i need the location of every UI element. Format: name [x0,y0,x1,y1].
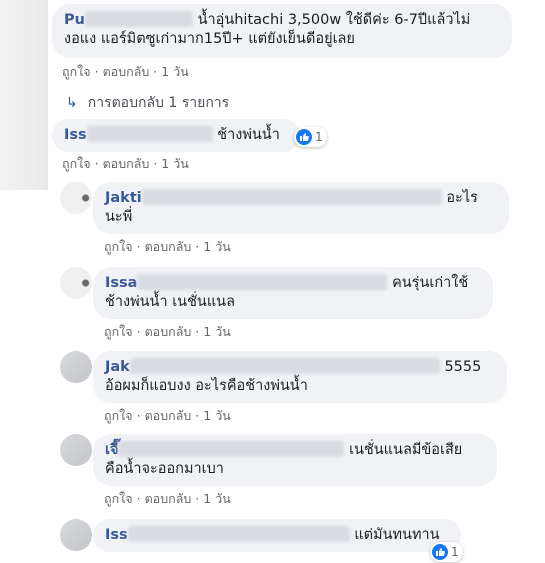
avatar[interactable] [0,0,48,190]
commenter-name[interactable]: Pu [64,11,193,28]
reply-text: แต่มันทนทาน [354,527,440,543]
reply-bubble: Jakti อะไร นะพี่ [93,182,509,234]
commenter-name[interactable]: Iss [64,126,213,143]
reaction-badge[interactable]: 1 [294,127,327,147]
avatar[interactable] [60,182,92,214]
reply-link[interactable]: ตอบกลับ [145,239,192,254]
comment-bubble: Iss ช้างพ่นน้ำ [52,119,300,152]
reply-text: อะไร [446,190,478,206]
avatar[interactable] [60,351,92,383]
reply-link[interactable]: ตอบกลับ [103,156,150,171]
reply-text-line2: อ้อผมก็แอบงง อะไรคือช้างพ่นน้ำ [105,378,308,394]
comment-actions: ถูกใจ · ตอบกลับ · 1 วัน [62,64,189,79]
reply-actions: ถูกใจ · ตอบกลับ · 1 วัน [104,408,231,423]
comment-text: ช้างพ่นน้ำ [217,127,280,143]
timestamp[interactable]: 1 วัน [161,156,189,171]
reply-text-line2: ช้างพ่นน้ำ เนชั่นแนล [105,294,235,310]
reply-link[interactable]: ตอบกลับ [145,324,192,339]
comment-bubble: Pu น้ำอุ่นhitachi 3,500w ใช้ดีค่ะ 6-7ปีแ… [52,4,512,58]
reply-bubble: Iss แต่มันทนทาน [93,519,461,552]
reaction-count: 1 [451,545,459,559]
reply-arrow-icon: ↳ [66,95,78,111]
timestamp[interactable]: 1 วัน [203,324,231,339]
reply-bubble: Jak 5555 อ้อผมก็แอบงง อะไรคือช้างพ่นน้ำ [93,351,507,403]
timestamp[interactable]: 1 วัน [203,408,231,423]
reply-text: เนชั่นแนลมีข้อเสีย [349,442,463,458]
like-link[interactable]: ถูกใจ [104,491,133,506]
reply-text: คนรุ่นเก่าใช้ [392,275,469,291]
reply-text-line2: คือน้ำจะออกมาเบา [105,461,224,477]
view-replies-link[interactable]: ↳ การตอบกลับ 1 รายการ [66,92,229,114]
commenter-name[interactable]: Jak [105,358,440,375]
reply-link[interactable]: ตอบกลับ [145,491,192,506]
reply-bubble: Issa คนรุ่นเก่าใช้ ช้างพ่นน้ำ เนชั่นแนล [93,267,493,319]
timestamp[interactable]: 1 วัน [161,64,189,79]
comment-text: น้ำอุ่นhitachi 3,500w ใช้ดีค่ะ 6-7ปีแล้ว… [197,12,471,28]
reply-bubble: เจี๊ เนชั่นแนลมีข้อเสีย คือน้ำจะออกมาเบา [93,434,497,486]
reaction-count: 1 [315,130,323,144]
reaction-badge[interactable]: 1 [430,542,463,562]
like-link[interactable]: ถูกใจ [104,408,133,423]
reply-link[interactable]: ตอบกลับ [145,408,192,423]
commenter-name[interactable]: Issa [105,274,388,291]
like-thumb-icon [296,129,312,145]
timestamp[interactable]: 1 วัน [203,239,231,254]
like-link[interactable]: ถูกใจ [104,239,133,254]
reply-text-line2: นะพี่ [105,209,133,225]
like-thumb-icon [432,544,448,560]
reply-actions: ถูกใจ · ตอบกลับ · 1 วัน [104,491,231,506]
avatar[interactable] [60,267,92,299]
reply-text: 5555 [444,359,482,375]
timestamp[interactable]: 1 วัน [203,491,231,506]
like-link[interactable]: ถูกใจ [104,324,133,339]
view-replies-label: การตอบกลับ 1 รายการ [87,95,230,111]
comment-text-line2: งอแง แอร์มิตซูเก่ามาก15ปี+ แต่ยังเย็นดีอ… [64,31,355,47]
avatar[interactable] [60,434,92,466]
commenter-name[interactable]: Jakti [105,189,442,206]
like-link[interactable]: ถูกใจ [62,156,91,171]
reply-actions: ถูกใจ · ตอบกลับ · 1 วัน [104,239,231,254]
reply-actions: ถูกใจ · ตอบกลับ · 1 วัน [104,324,231,339]
comment-actions: ถูกใจ · ตอบกลับ · 1 วัน [62,156,189,171]
avatar[interactable] [60,519,92,551]
commenter-name[interactable]: Iss [105,526,350,543]
commenter-name[interactable]: เจี๊ [105,441,345,458]
reply-link[interactable]: ตอบกลับ [103,64,150,79]
like-link[interactable]: ถูกใจ [62,64,91,79]
